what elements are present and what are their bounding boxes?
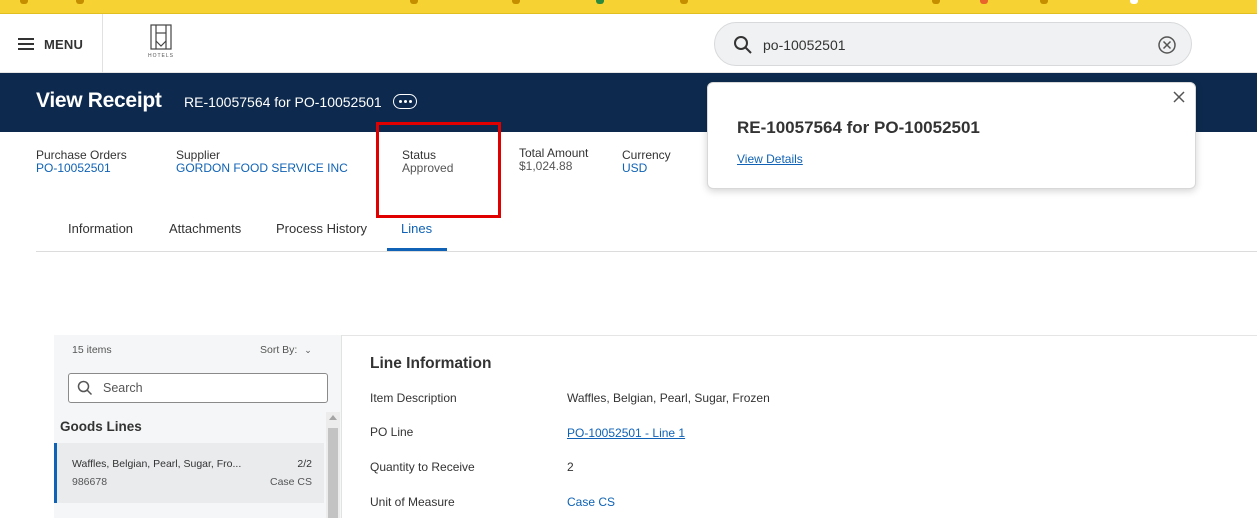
total-amount-value: $1,024.88	[519, 159, 573, 173]
bookmark-icon[interactable]	[410, 0, 418, 4]
scrollbar-thumb[interactable]	[328, 428, 338, 518]
supplier-link[interactable]: GORDON FOOD SERVICE INC	[176, 162, 348, 175]
ellipsis-icon	[398, 100, 402, 103]
purchase-order-link[interactable]: PO-10052501	[36, 162, 127, 175]
line-item-id: 986678	[72, 476, 108, 488]
item-description-value: Waffles, Belgian, Pearl, Sugar, Frozen	[567, 391, 770, 405]
bookmark-icon[interactable]	[512, 0, 520, 4]
status-highlight-box	[376, 122, 501, 218]
item-description-label: Item Description	[370, 391, 457, 405]
popover-title: RE-10057564 for PO-10052501	[737, 118, 980, 137]
app-header: MENU HOTELS	[0, 14, 1257, 73]
hamburger-icon	[18, 38, 34, 50]
currency-link[interactable]: USD	[622, 162, 671, 175]
menu-button[interactable]: MENU	[18, 34, 83, 54]
clear-search-icon[interactable]	[1157, 35, 1177, 55]
line-item-count: 2/2	[297, 458, 312, 470]
search-icon	[77, 380, 93, 396]
bookmark-icon[interactable]	[932, 0, 940, 4]
purchase-orders-field: Purchase Orders PO-10052501	[36, 149, 127, 175]
bookmark-icon[interactable]	[680, 0, 688, 4]
list-scrollbar[interactable]	[326, 412, 340, 518]
item-count: 15 items	[72, 344, 112, 356]
lines-list-panel: 15 items Sort By: ⌄ Goods Lines Waffles,…	[54, 335, 342, 518]
tab-attachments[interactable]: Attachments	[169, 221, 241, 236]
close-icon[interactable]	[1173, 91, 1185, 103]
tab-information[interactable]: Information	[68, 221, 133, 236]
header-divider	[102, 14, 103, 73]
bookmark-icon[interactable]	[980, 0, 988, 4]
po-line-link[interactable]: PO-10052501 - Line 1	[567, 426, 685, 440]
bookmark-icon[interactable]	[20, 0, 28, 4]
lines-search[interactable]	[68, 373, 328, 403]
bookmark-icon[interactable]	[1040, 0, 1048, 4]
search-icon	[734, 36, 752, 54]
quantity-to-receive-value: 2	[567, 460, 574, 474]
sort-by-dropdown[interactable]: Sort By: ⌄	[260, 344, 312, 356]
supplier-field: Supplier GORDON FOOD SERVICE INC	[176, 149, 348, 175]
line-information-panel: Line Information Item Description Waffle…	[343, 336, 1257, 518]
global-search[interactable]	[714, 22, 1192, 66]
tab-bar: Information Attachments Process History …	[36, 208, 1257, 252]
po-line-label: PO Line	[370, 425, 414, 439]
bookmark-icon[interactable]	[596, 0, 604, 4]
search-input[interactable]	[763, 34, 1143, 56]
logo-text: HOTELS	[147, 53, 174, 59]
chevron-down-icon: ⌄	[304, 345, 312, 355]
line-item-unit: Case CS	[269, 476, 312, 488]
unit-of-measure-link[interactable]: Case CS	[567, 495, 615, 509]
lines-search-input[interactable]	[103, 379, 313, 397]
bookmark-icon[interactable]	[1130, 0, 1138, 4]
related-actions-button[interactable]	[393, 94, 417, 109]
goods-lines-heading: Goods Lines	[60, 419, 142, 434]
line-item-name: Waffles, Belgian, Pearl, Sugar, Fro...	[72, 458, 242, 470]
page-title: View Receipt	[36, 89, 162, 112]
unit-of-measure-label: Unit of Measure	[370, 495, 455, 509]
tab-lines[interactable]: Lines	[401, 221, 432, 236]
page-subtitle: RE-10057564 for PO-10052501	[184, 94, 382, 110]
tab-process-history[interactable]: Process History	[276, 221, 367, 236]
search-result-popover: RE-10057564 for PO-10052501 View Details	[707, 82, 1196, 189]
total-amount-field: Total Amount $1,024.88	[519, 147, 588, 173]
browser-bookmark-strip	[0, 0, 1257, 14]
line-information-title: Line Information	[370, 355, 492, 372]
sort-by-label: Sort By:	[260, 344, 298, 356]
menu-label: MENU	[44, 36, 84, 52]
scroll-up-icon[interactable]	[329, 415, 337, 420]
bookmark-icon[interactable]	[76, 0, 84, 4]
currency-field: Currency USD	[622, 149, 671, 175]
quantity-to-receive-label: Quantity to Receive	[370, 460, 475, 474]
list-item[interactable]: Waffles, Belgian, Pearl, Sugar, Fro... 2…	[54, 443, 324, 503]
view-details-link[interactable]: View Details	[737, 152, 803, 166]
active-tab-indicator	[387, 248, 447, 251]
